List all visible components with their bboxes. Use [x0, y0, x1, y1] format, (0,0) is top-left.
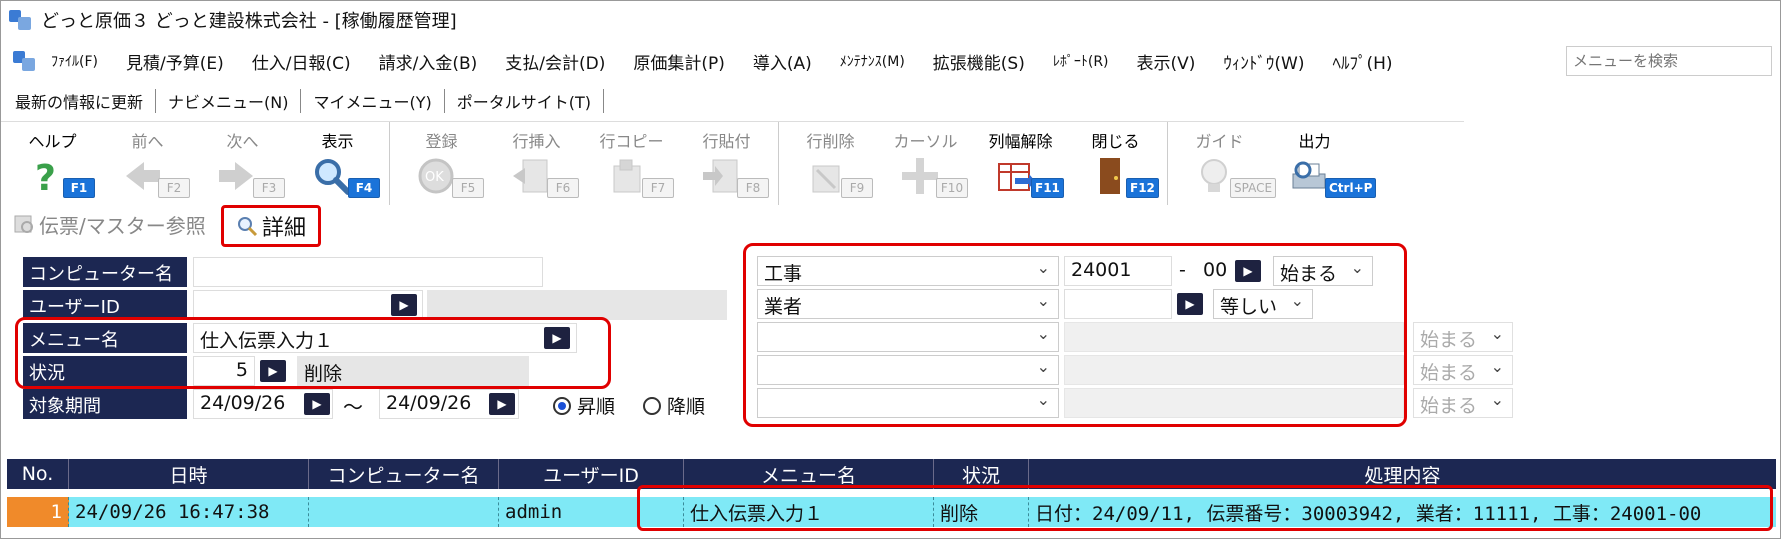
menu-app-icon[interactable]: [13, 49, 37, 73]
radio-empty-icon: [643, 396, 661, 415]
quick-bar: 最新の情報に更新 ナビメニュー(N) マイメニュー(Y) ポータルサイト(T): [1, 85, 1780, 117]
row-copy-button[interactable]: 行コピー F7: [584, 122, 679, 206]
row-insert-icon: [513, 159, 548, 193]
navi-menu-link[interactable]: ナビメニュー(N): [156, 89, 302, 113]
toolbar-group-edit: 登録 OK F5 行挿入 F6 行コピー F7 行貼付 F8: [390, 122, 779, 205]
help-icon: ?: [35, 158, 56, 196]
cell-computer: [309, 497, 499, 527]
cell-no: 1: [7, 497, 69, 527]
menu-bar: ﾌｧｲﾙ(F) 見積/予算(E) 仕入/日報(C) 請求/入金(B) 支払/会計…: [1, 43, 1780, 79]
menu-purchase[interactable]: 仕入/日報(C): [252, 49, 351, 74]
refresh-link[interactable]: 最新の情報に更新: [15, 89, 157, 113]
title-bar: どっと原価３ どっと建設株式会社 - [稼働履歴管理]: [1, 1, 1780, 39]
radio-selected-icon: [553, 396, 571, 415]
svg-text:OK: OK: [425, 170, 444, 185]
magnifier-icon: [315, 159, 351, 195]
door-icon: [1100, 158, 1120, 194]
display-button[interactable]: 表示 F4: [290, 122, 385, 206]
menu-billing[interactable]: 請求/入金(B): [379, 49, 478, 74]
chevron-down-icon: ⌄: [1490, 324, 1504, 343]
close-button[interactable]: 閉じる F12: [1068, 122, 1163, 206]
computer-name-input[interactable]: [193, 257, 543, 287]
app-window: どっと原価３ どっと建設株式会社 - [稼働履歴管理] ﾌｧｲﾙ(F) 見積/予…: [0, 0, 1781, 539]
highlight-row: [637, 485, 1773, 531]
col-no[interactable]: No.: [7, 459, 69, 489]
detail-tab-icon: [237, 217, 258, 237]
user-id-lookup-button[interactable]: ▶: [391, 294, 417, 316]
sort-desc-radio[interactable]: 降順: [643, 392, 705, 419]
col-datetime[interactable]: 日時: [69, 459, 309, 489]
computer-name-label: コンピューター名: [23, 257, 187, 287]
svg-text:?: ?: [35, 158, 56, 196]
user-id-label: ユーザーID: [23, 290, 187, 320]
prev-arrow-icon: [126, 162, 160, 190]
col-computer[interactable]: コンピューター名: [309, 459, 499, 489]
toolbar-group-nav: ヘルプ ? F1 前へ F2 次へ F3 表示 F4: [1, 122, 390, 205]
output-button[interactable]: 出力 Ctrl+P: [1267, 122, 1377, 206]
guide-button[interactable]: ガイド SPACE: [1172, 122, 1277, 206]
menu-view[interactable]: 表示(V): [1137, 49, 1196, 74]
menu-search-input[interactable]: [1566, 46, 1772, 76]
menu-estimate[interactable]: 見積/予算(E): [126, 49, 224, 74]
user-id-input[interactable]: [193, 290, 423, 320]
highlight-filters: [743, 243, 1407, 427]
menu-file[interactable]: ﾌｧｲﾙ(F): [51, 51, 98, 71]
sort-asc-radio[interactable]: 昇順: [553, 392, 615, 419]
function-toolbar: ヘルプ ? F1 前へ F2 次へ F3 表示 F4 登録 OK F5 行挿入 …: [1, 121, 1464, 205]
user-name-display: [427, 290, 727, 320]
chevron-down-icon: ⌄: [1490, 357, 1504, 376]
highlight-menu-status: [15, 317, 611, 389]
filter-op-5: 始まる ⌄: [1413, 388, 1513, 418]
reference-tab-icon: [14, 215, 33, 233]
tab-reference[interactable]: 伝票/マスター参照: [13, 209, 206, 239]
cell-datetime: 24/09/26 16:47:38: [69, 497, 309, 527]
period-label: 対象期間: [23, 389, 187, 419]
column-width-icon: [998, 163, 1035, 191]
next-button[interactable]: 次へ F3: [195, 122, 290, 206]
row-copy-icon: [613, 159, 641, 193]
cursor-icon: [902, 158, 938, 194]
window-title: どっと原価３ どっと建設株式会社 - [稼働履歴管理]: [41, 11, 457, 32]
bulb-icon: [1201, 159, 1227, 192]
menu-cost[interactable]: 原価集計(P): [633, 49, 725, 74]
output-icon: [1292, 161, 1326, 189]
cursor-button[interactable]: カーソル F10: [878, 122, 973, 206]
menu-intro[interactable]: 導入(A): [753, 49, 812, 74]
row-delete-icon: [812, 165, 840, 193]
period-from-calendar-button[interactable]: ▶: [304, 393, 330, 415]
prev-button[interactable]: 前へ F2: [100, 122, 195, 206]
ok-icon: OK: [418, 158, 454, 194]
period-separator: ～: [343, 395, 363, 419]
filter-op-3: 始まる ⌄: [1413, 322, 1513, 352]
toolbar-group-row: 行削除 F9 カーソル F10 列幅解除 F11 閉じる F12: [779, 122, 1168, 205]
row-insert-button[interactable]: 行挿入 F6: [489, 122, 584, 206]
filter-op-4: 始まる ⌄: [1413, 355, 1513, 385]
app-logo-icon: [9, 8, 33, 32]
register-button[interactable]: 登録 OK F5: [394, 122, 489, 206]
tab-detail[interactable]: 詳細: [221, 205, 321, 247]
help-button[interactable]: ヘルプ ? F1: [5, 122, 100, 206]
next-arrow-icon: [219, 162, 253, 190]
menu-extensions[interactable]: 拡張機能(S): [933, 49, 1025, 74]
menu-report[interactable]: ﾚﾎﾟｰﾄ(R): [1053, 51, 1109, 71]
menu-help[interactable]: ﾍﾙﾌﾟ(H): [1333, 49, 1393, 74]
row-paste-icon: [703, 159, 738, 193]
portal-link[interactable]: ポータルサイト(T): [445, 89, 605, 113]
row-delete-button[interactable]: 行削除 F9: [783, 122, 878, 206]
toolbar-group-misc: ガイド SPACE 出力 Ctrl+P: [1168, 122, 1377, 206]
row-paste-button[interactable]: 行貼付 F8: [679, 122, 774, 206]
period-to-calendar-button[interactable]: ▶: [489, 393, 515, 415]
column-width-button[interactable]: 列幅解除 F11: [973, 122, 1068, 206]
menu-maintenance[interactable]: ﾒﾝﾃﾅﾝｽ(M): [840, 51, 905, 71]
chevron-down-icon: ⌄: [1490, 390, 1504, 409]
menu-window[interactable]: ｳｨﾝﾄﾞｳ(W): [1223, 49, 1304, 74]
my-menu-link[interactable]: マイメニュー(Y): [301, 89, 445, 113]
menu-payment[interactable]: 支払/会計(D): [505, 49, 605, 74]
